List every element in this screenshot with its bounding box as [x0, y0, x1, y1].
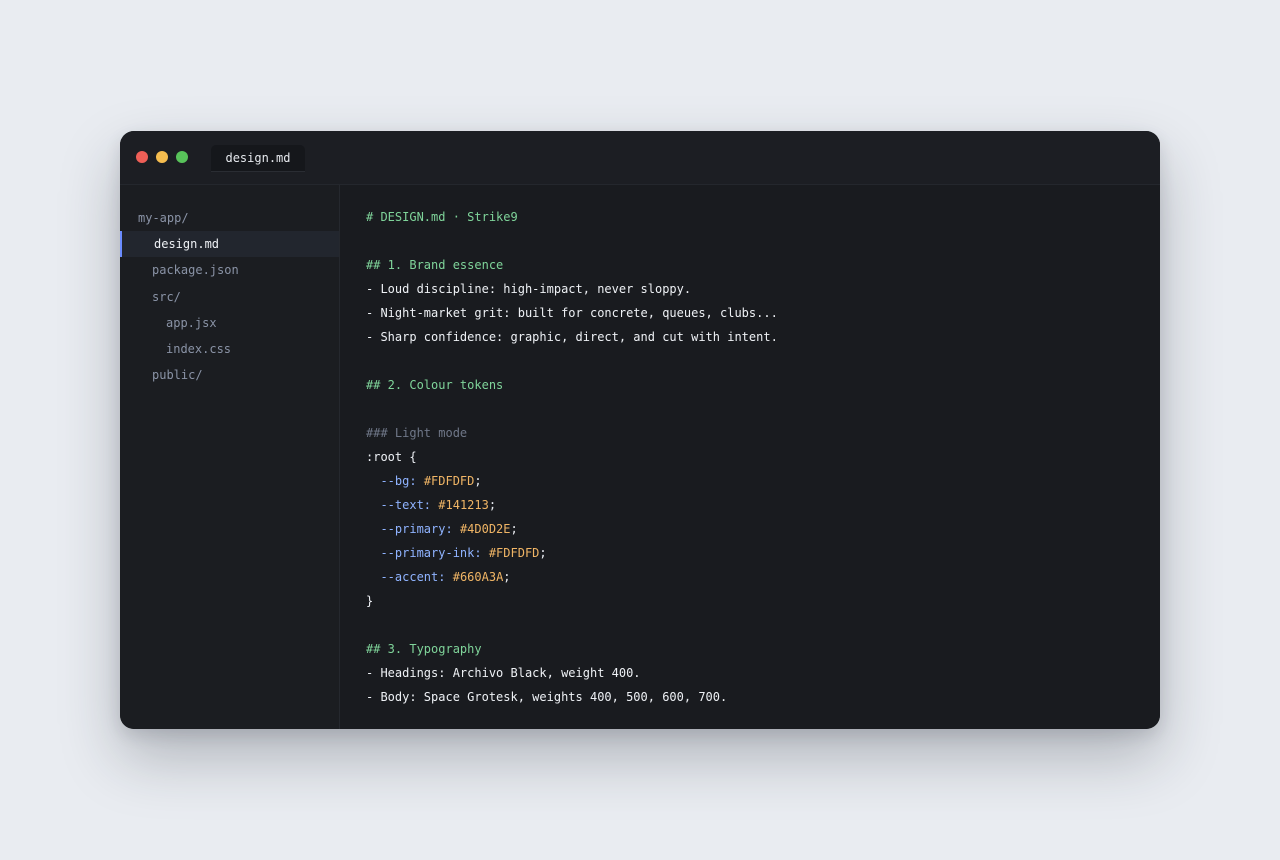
code-line: # DESIGN.md · Strike9 [366, 205, 518, 229]
code-line: --accent: #660A3A; [366, 565, 511, 589]
code-token: - Body: Space Grotesk, weights 400, 500,… [366, 690, 728, 704]
code-token: ; [488, 498, 497, 512]
file-tree-item[interactable]: src/ [120, 284, 339, 310]
code-line: ## 1. Brand essence [366, 253, 503, 277]
tab-design-md[interactable]: design.md [211, 145, 305, 172]
code-line: } [366, 589, 373, 613]
file-tree-item-label: my-app/ [138, 211, 189, 225]
code-token: --accent: [366, 570, 446, 584]
code-token: :root { [366, 450, 417, 464]
code-token: #660A3A [452, 570, 504, 584]
code-token: #141213 [438, 498, 489, 512]
code-token: ; [503, 570, 511, 584]
code-token: # DESIGN.md · Strike9 [366, 210, 518, 224]
file-tree-item-label: package.json [152, 263, 239, 278]
code-line: --text: #141213; [366, 493, 496, 517]
code-token: --bg: [366, 474, 417, 488]
code-token: ; [474, 474, 482, 488]
code-line: ## 3. Typography [366, 637, 482, 661]
file-tree-item-label: app.jsx [166, 315, 217, 330]
minimize-window-button[interactable] [156, 151, 168, 163]
code-line: ### Light mode [366, 421, 467, 445]
code-token: --text: [366, 498, 432, 512]
code-token: ## 2. Colour tokens [366, 378, 504, 392]
code-token: ; [539, 546, 547, 560]
code-token: --primary: [366, 522, 453, 536]
code-line: - Night-market grit: built for concrete,… [366, 301, 778, 325]
code-token: ## 3. Typography [366, 642, 482, 656]
code-line: - Body: Space Grotesk, weights 400, 500,… [366, 685, 727, 709]
code-line: ## 2. Colour tokens [366, 373, 503, 397]
file-tree-item[interactable]: my-app/ [120, 205, 339, 231]
code-token: - Night-market grit: built for concrete,… [366, 306, 778, 320]
file-tree-item-label: index.css [166, 342, 232, 356]
code-token: } [366, 594, 374, 608]
file-tree-item-label: src/ [152, 289, 181, 304]
code-line: - Loud discipline: high-impact, never sl… [366, 277, 691, 301]
code-token: #FDFDFD [423, 474, 475, 488]
code-editor[interactable]: # DESIGN.md · Strike9 ## 1. Brand essence… [340, 185, 1160, 729]
code-token: ## 1. Brand essence [366, 258, 504, 272]
code-line: --bg: #FDFDFD; [366, 469, 482, 493]
code-line: - Headings: Archivo Black, weight 400. [366, 661, 641, 685]
code-token: - Headings: Archivo Black, weight 400. [366, 666, 641, 680]
file-tree-sidebar: my-app/design.md package.json src/app.jsx i… [120, 185, 340, 729]
code-line: --primary-ink: #FDFDFD; [366, 541, 547, 565]
title-bar: design.md [120, 131, 1160, 185]
code-token: - Sharp confidence: graphic, direct, and… [366, 330, 778, 344]
code-token: #4D0D2E [459, 522, 511, 536]
file-tree-item[interactable]: package.json [120, 257, 339, 283]
code-token: - Loud discipline: high-impact, never sl… [366, 282, 692, 296]
code-token: ; [510, 522, 518, 536]
file-tree-item-label: design.md [154, 237, 220, 252]
maximize-window-button[interactable] [176, 151, 188, 163]
close-window-button[interactable] [136, 151, 148, 163]
file-tree-item-label: public/ [152, 368, 203, 383]
code-line: :root { [366, 445, 417, 469]
code-token: #FDFDFD [488, 546, 540, 560]
file-tree-item[interactable]: public/ [120, 362, 339, 388]
code-token: ### Light mode [366, 426, 468, 440]
code-line: - Sharp confidence: graphic, direct, and… [366, 325, 778, 349]
code-token: --primary-ink: [366, 546, 482, 560]
code-line: --primary: #4D0D2E; [366, 517, 518, 541]
file-tree-item[interactable]: design.md [120, 231, 339, 258]
editor-window: design.md my-app/design.md package.json sr… [120, 131, 1160, 729]
file-tree-item[interactable]: app.jsx [120, 310, 339, 336]
file-tree-item[interactable]: index.css [120, 336, 339, 362]
